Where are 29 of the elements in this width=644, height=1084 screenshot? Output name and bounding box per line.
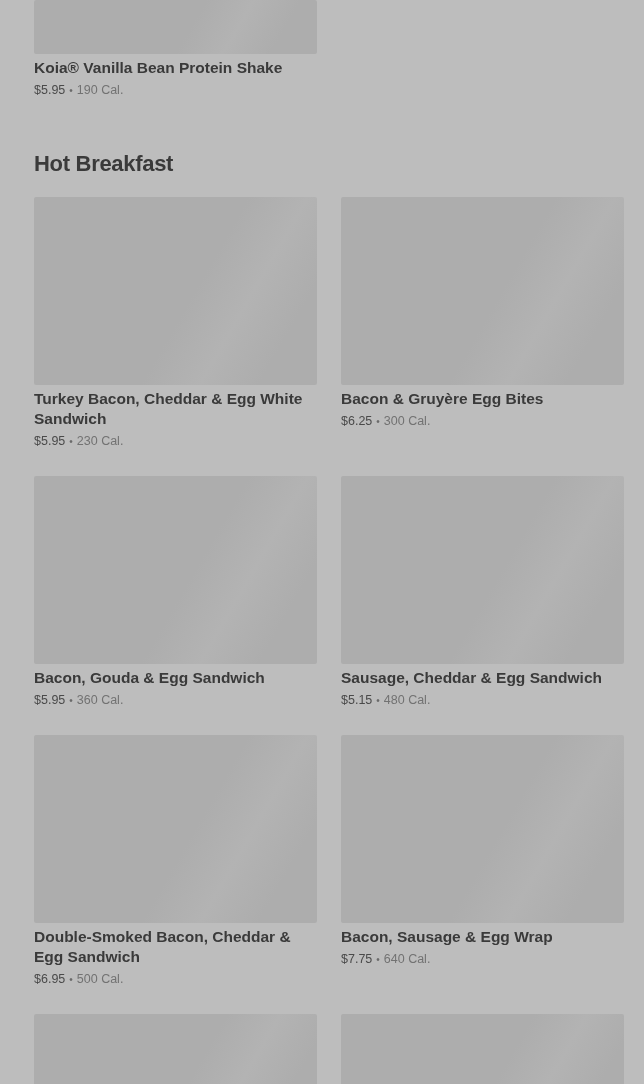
separator-dot: • xyxy=(376,416,380,427)
product-name[interactable]: Bacon, Sausage & Egg Wrap xyxy=(341,927,624,947)
calorie-count: 640 Cal. xyxy=(383,952,431,966)
separator-dot: • xyxy=(69,695,73,706)
product-price: $5.15 xyxy=(341,693,373,707)
calorie-count: 300 Cal. xyxy=(383,414,431,428)
product-name[interactable]: Koia® Vanilla Bean Protein Shake xyxy=(34,58,317,78)
product-name[interactable]: Bacon & Gruyère Egg Bites xyxy=(341,389,624,409)
section-heading: Hot Breakfast xyxy=(34,150,175,178)
calorie-count: 230 Cal. xyxy=(76,434,124,448)
product-name[interactable]: Bacon, Gouda & Egg Sandwich xyxy=(34,668,317,688)
calorie-count: 360 Cal. xyxy=(76,693,124,707)
product-price: $6.25 xyxy=(341,414,373,428)
separator-dot: • xyxy=(69,974,73,985)
product-price: $5.95 xyxy=(34,83,66,97)
separator-dot: • xyxy=(376,954,380,965)
separator-dot: • xyxy=(69,436,73,447)
product-price: $7.75 xyxy=(341,952,373,966)
calorie-count: 480 Cal. xyxy=(383,693,431,707)
product-name[interactable]: Sausage, Cheddar & Egg Sandwich xyxy=(341,668,624,688)
product-price: $6.95 xyxy=(34,972,66,986)
product-name[interactable]: Double-Smoked Bacon, Cheddar & Egg Sandwich xyxy=(34,927,317,967)
calorie-count: 190 Cal. xyxy=(76,83,124,97)
calorie-count: 500 Cal. xyxy=(76,972,124,986)
product-name[interactable]: Turkey Bacon, Cheddar & Egg White Sandwich xyxy=(34,389,317,429)
product-price: $5.95 xyxy=(34,434,66,448)
separator-dot: • xyxy=(69,85,73,96)
product-price: $5.95 xyxy=(34,693,66,707)
separator-dot: • xyxy=(376,695,380,706)
